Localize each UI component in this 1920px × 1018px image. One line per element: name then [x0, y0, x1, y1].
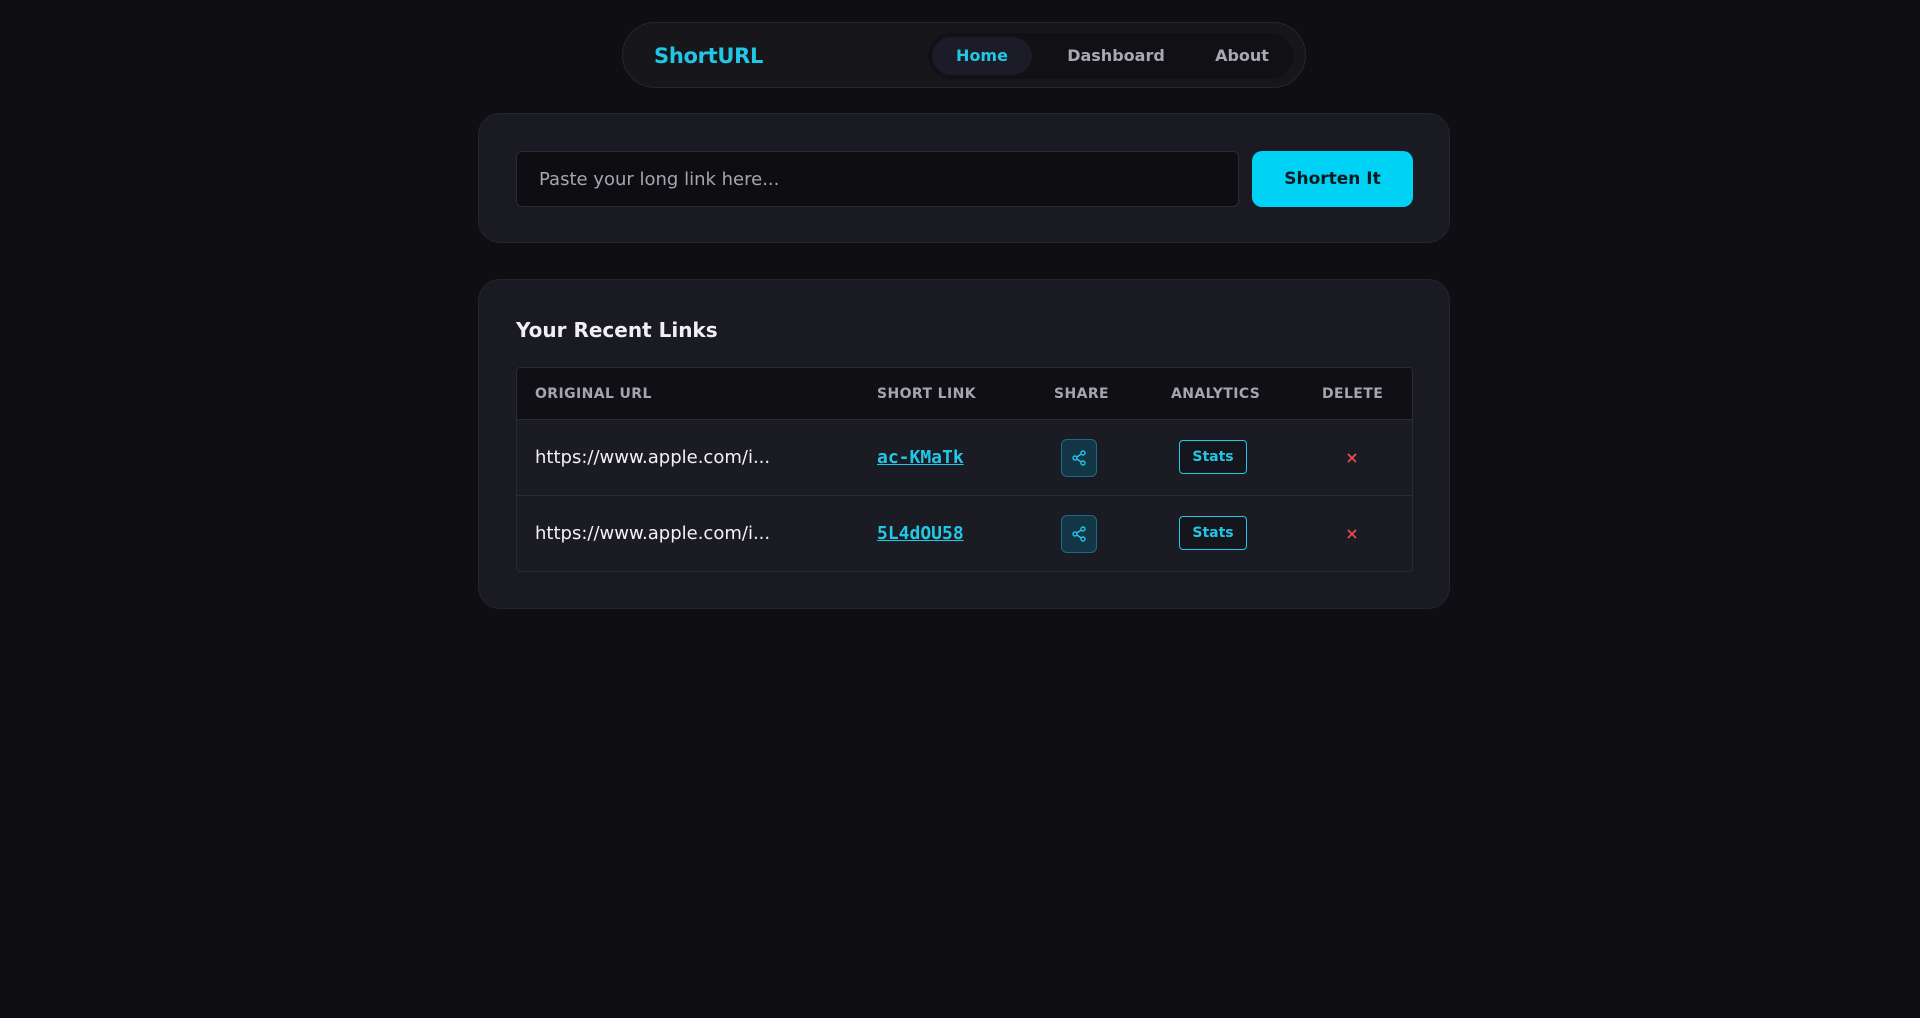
short-link[interactable]: ac-KMaTk [877, 420, 964, 496]
brand-logo[interactable]: ShortURL [654, 44, 763, 68]
top-nav-bar: ShortURL Home Dashboard About [622, 22, 1306, 88]
column-short-link: SHORT LINK [877, 386, 976, 402]
nav-about[interactable]: About [1201, 37, 1283, 75]
original-url: https://www.apple.com/i... [535, 447, 771, 468]
links-table: ORIGINAL URL SHORT LINK SHARE ANALYTICS … [516, 367, 1413, 572]
share-button[interactable] [1061, 439, 1097, 477]
short-link[interactable]: 5L4dOU58 [877, 496, 964, 571]
stats-button[interactable]: Stats [1179, 516, 1247, 550]
share-button[interactable] [1061, 515, 1097, 553]
table-row: https://www.apple.com/i... ac-KMaTk Stat… [517, 420, 1412, 496]
column-analytics: ANALYTICS [1171, 386, 1261, 402]
column-original-url: ORIGINAL URL [535, 386, 652, 402]
delete-button[interactable]: × [1337, 420, 1367, 496]
share-icon [1072, 526, 1086, 542]
nav-menu: Home Dashboard About [928, 33, 1293, 79]
stats-button[interactable]: Stats [1179, 440, 1247, 474]
section-title: Your Recent Links [516, 318, 718, 342]
recent-links-card: Your Recent Links ORIGINAL URL SHORT LIN… [478, 279, 1450, 609]
delete-button[interactable]: × [1337, 496, 1367, 571]
shorten-card: Shorten It [478, 113, 1450, 243]
nav-dashboard[interactable]: Dashboard [1046, 37, 1186, 75]
original-url: https://www.apple.com/i... [535, 523, 771, 544]
shorten-button[interactable]: Shorten It [1252, 151, 1413, 207]
nav-home[interactable]: Home [932, 37, 1032, 75]
table-row: https://www.apple.com/i... 5L4dOU58 Stat… [517, 496, 1412, 571]
long-url-input[interactable] [516, 151, 1239, 207]
share-icon [1072, 450, 1086, 466]
column-delete: DELETE [1322, 386, 1384, 402]
table-header: ORIGINAL URL SHORT LINK SHARE ANALYTICS … [517, 368, 1412, 420]
column-share: SHARE [1054, 386, 1109, 402]
